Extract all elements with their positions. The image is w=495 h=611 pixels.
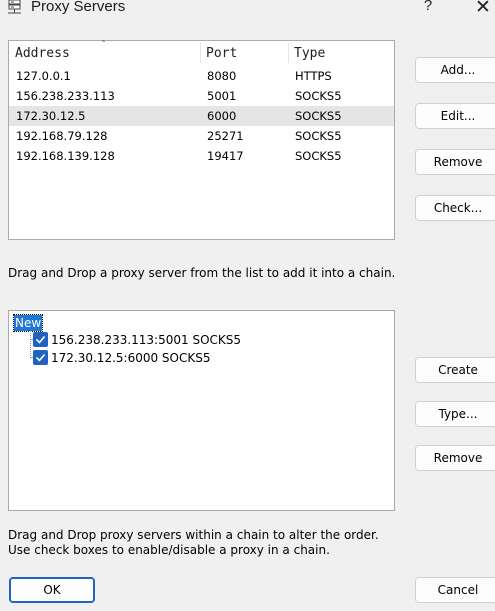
proxy-list[interactable]: Address ˆ Port Type 127.0.0.1 8080 HTTPS… <box>8 40 395 240</box>
column-header-type[interactable]: Type <box>294 41 325 65</box>
cell-type: HTTPS <box>295 69 332 83</box>
remove-proxy-button[interactable]: Remove <box>415 149 495 175</box>
column-header-address[interactable]: Address <box>15 41 70 65</box>
type-button[interactable]: Type... <box>415 401 495 427</box>
column-divider[interactable] <box>200 43 201 63</box>
table-row[interactable]: 192.168.139.128 19417 SOCKS5 <box>9 146 394 166</box>
hint-list-drag: Drag and Drop a proxy server from the li… <box>8 266 396 280</box>
cell-port: 5001 <box>207 89 237 103</box>
cell-port: 25271 <box>207 129 244 143</box>
cell-type: SOCKS5 <box>295 149 342 163</box>
create-button[interactable]: Create <box>415 357 495 383</box>
chain-item-label: 156.238.233.113:5001 SOCKS5 <box>51 333 242 347</box>
table-row[interactable]: 156.238.233.113 5001 SOCKS5 <box>9 86 394 106</box>
cell-address: 127.0.0.1 <box>16 69 71 83</box>
window-title: Proxy Servers <box>31 0 126 15</box>
proxy-servers-icon <box>8 0 21 14</box>
column-divider[interactable] <box>288 43 289 63</box>
ok-button[interactable]: OK <box>9 577 95 603</box>
cell-address: 172.30.12.5 <box>16 109 86 123</box>
cell-port: 8080 <box>207 69 237 83</box>
checkmark-icon <box>35 335 46 344</box>
cell-port: 6000 <box>207 109 237 123</box>
cell-address: 156.238.233.113 <box>16 89 115 103</box>
enable-checkbox[interactable] <box>33 332 48 347</box>
table-row[interactable]: 127.0.0.1 8080 HTTPS <box>9 66 394 86</box>
cell-type: SOCKS5 <box>295 129 342 143</box>
cell-address: 192.168.79.128 <box>16 129 108 143</box>
cancel-button[interactable]: Cancel <box>415 577 495 603</box>
edit-button[interactable]: Edit... <box>415 103 495 129</box>
check-button[interactable]: Check... <box>415 195 495 221</box>
help-button[interactable]: ? <box>420 0 436 19</box>
cell-port: 19417 <box>207 149 244 163</box>
list-header: Address ˆ Port Type <box>9 40 394 65</box>
checkmark-icon <box>35 353 46 362</box>
column-header-port[interactable]: Port <box>206 41 237 65</box>
cell-type: SOCKS5 <box>295 89 342 103</box>
chain-item-label: 172.30.12.5:6000 SOCKS5 <box>51 351 211 365</box>
chain-root-new[interactable]: New <box>12 314 44 332</box>
title-bar: Proxy Servers ? ✕ <box>0 0 495 24</box>
enable-checkbox[interactable] <box>33 350 48 365</box>
tree-connector <box>30 331 31 358</box>
cell-type: SOCKS5 <box>295 109 342 123</box>
table-row-selected[interactable]: 172.30.12.5 6000 SOCKS5 <box>9 106 394 126</box>
proxy-chain-tree[interactable]: New 156.238.233.113:5001 SOCKS5 172.30.1… <box>8 310 395 511</box>
table-row[interactable]: 192.168.79.128 25271 SOCKS5 <box>9 126 394 146</box>
cell-address: 192.168.139.128 <box>16 149 115 163</box>
sort-ascending-icon: ˆ <box>101 40 106 51</box>
hint-chain-order: Drag and Drop proxy servers within a cha… <box>8 528 379 542</box>
close-button[interactable]: ✕ <box>471 0 495 20</box>
hint-chain-checkbox: Use check boxes to enable/disable a prox… <box>8 543 330 557</box>
add-button[interactable]: Add... <box>415 57 495 83</box>
remove-chain-button[interactable]: Remove <box>415 445 495 471</box>
